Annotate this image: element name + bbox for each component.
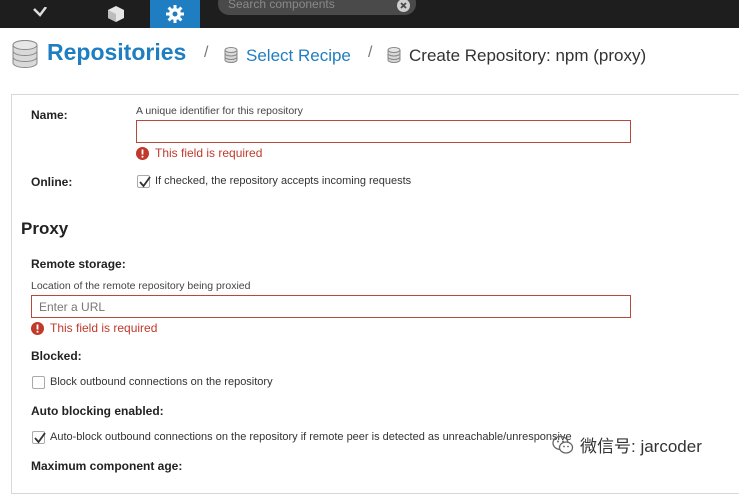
page-title[interactable]: Repositories (47, 39, 186, 66)
remote-storage-label: Remote storage: (31, 257, 126, 271)
blocked-checkbox[interactable] (32, 376, 45, 389)
search-input[interactable] (228, 0, 388, 12)
name-input[interactable] (136, 120, 631, 143)
remote-storage-url-input[interactable] (31, 295, 631, 318)
name-label: Name: (31, 108, 68, 122)
proxy-section-title: Proxy (21, 219, 69, 238)
search-box (218, 0, 416, 15)
auto-blocking-checkbox-text: Auto-block outbound connections on the r… (50, 431, 572, 443)
auto-blocking-checkbox[interactable] (32, 431, 46, 444)
remote-storage-error-text: This field is required (50, 321, 158, 335)
online-checkbox[interactable] (137, 175, 151, 188)
top-navbar (0, 0, 739, 28)
error-icon (31, 321, 44, 335)
clear-search-icon[interactable] (397, 0, 410, 12)
product-logo-icon[interactable] (30, 0, 56, 28)
create-repository-database-icon (387, 47, 401, 63)
checkmark-icon (34, 432, 46, 444)
breadcrumb-select-recipe-link[interactable]: Select Recipe (246, 46, 351, 66)
breadcrumb-separator: / (368, 44, 373, 61)
name-help-text: A unique identifier for this repository (136, 105, 303, 117)
watermark-text: 微信号: jarcoder (580, 437, 702, 456)
error-icon (136, 146, 149, 160)
repositories-database-icon (12, 40, 38, 68)
select-recipe-database-icon (224, 47, 238, 63)
online-label: Online: (31, 175, 73, 189)
auto-blocking-label: Auto blocking enabled: (31, 404, 164, 418)
administration-gear-icon[interactable] (150, 0, 200, 28)
blocked-label: Blocked: (31, 349, 82, 363)
remote-storage-help-text: Location of the remote repository being … (31, 280, 251, 292)
name-error-text: This field is required (155, 146, 263, 160)
breadcrumb-separator: / (204, 44, 209, 61)
blocked-checkbox-text: Block outbound connections on the reposi… (50, 376, 273, 388)
checkmark-icon (139, 176, 151, 188)
breadcrumb-current: Create Repository: npm (proxy) (409, 46, 647, 65)
online-checkbox-text: If checked, the repository accepts incom… (155, 175, 412, 187)
max-component-age-label: Maximum component age: (31, 459, 183, 473)
remote-storage-error: This field is required (31, 321, 157, 335)
wechat-logo-icon (552, 435, 574, 454)
browse-cube-icon[interactable] (98, 0, 134, 28)
watermark: 微信号: jarcoder (552, 432, 702, 457)
name-error: This field is required (136, 146, 262, 160)
